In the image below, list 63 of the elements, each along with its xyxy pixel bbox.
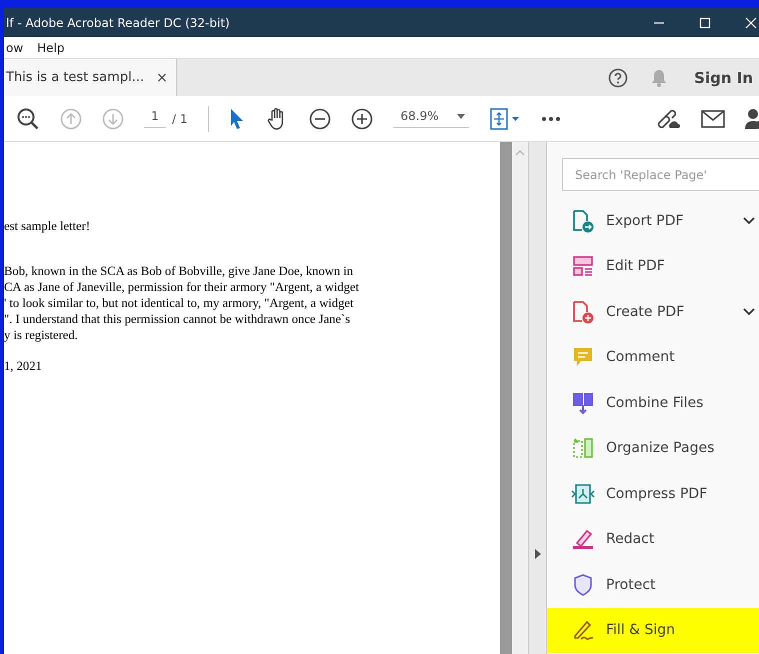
fit-page-icon[interactable]: [488, 108, 521, 130]
close-icon[interactable]: [745, 16, 757, 28]
marker-icon: [571, 527, 595, 552]
page-number-field[interactable]: 1: [144, 109, 166, 128]
document-text: Bob, known in the SCA as Bob of Bobville, give Jane Doe, known in: [4, 263, 354, 279]
pages-icon: [571, 436, 595, 460]
tool-label: Export PDF: [606, 212, 684, 229]
document-text: ". I understand that this permission cannot be withdrawn once Jane`s: [4, 311, 352, 327]
page-total: / 1: [172, 112, 188, 126]
tool-item[interactable]: Export PDF: [547, 198, 759, 244]
menu-item[interactable]: Help: [37, 40, 65, 54]
tool-label: Organize Pages: [606, 440, 714, 456]
tool-item[interactable]: Redact: [547, 516, 759, 562]
document-text: CA as Jane of Janeville, permission for their armory "Argent, a widget: [4, 279, 360, 295]
zoom-dropdown[interactable]: 68.9%: [392, 109, 469, 128]
documents-merge-icon: [571, 390, 595, 415]
tool-label: Compress PDF: [606, 486, 708, 502]
tab-close-button[interactable]: ×: [156, 70, 168, 86]
tab-label: This is a test sampl...: [6, 70, 144, 85]
tool-label: Edit PDF: [606, 258, 665, 274]
expand-panel-icon[interactable]: [534, 549, 540, 559]
compress-icon: [571, 482, 595, 506]
tool-label: Fill & Sign: [606, 622, 676, 638]
sign-in-button[interactable]: Sign In: [690, 59, 759, 96]
menu-item[interactable]: ow: [6, 40, 24, 54]
document-text: ' to look similar to, but not identical to, my armory, "Argent, a widget: [4, 295, 354, 311]
window-title: lf - Adobe Acrobat Reader DC (32-bit): [6, 16, 230, 30]
chevron-down-icon[interactable]: [743, 308, 755, 316]
shield-icon: [571, 572, 595, 597]
zoom-search-icon[interactable]: [16, 106, 40, 130]
zoom-out-icon[interactable]: [308, 108, 330, 130]
document-plus-icon: [571, 300, 595, 324]
tool-label: Comment: [606, 349, 675, 366]
tool-label: Protect: [606, 576, 656, 593]
document-tab[interactable]: This is a test sampl... ×: [4, 59, 177, 96]
document-text: 1, 2021: [4, 358, 43, 374]
layout-icon: [571, 254, 595, 278]
maximize-icon[interactable]: [699, 16, 711, 28]
pen-icon: [571, 618, 595, 642]
zoom-in-icon[interactable]: [350, 108, 372, 130]
tool-item[interactable]: Compress PDF: [547, 471, 759, 516]
document-arrow-icon: [571, 208, 595, 233]
tool-item[interactable]: Edit PDF: [547, 244, 759, 289]
tool-item[interactable]: Create PDF: [547, 289, 759, 334]
help-icon[interactable]: [608, 68, 628, 88]
tool-item[interactable]: Combine Files: [547, 380, 759, 426]
more-icon[interactable]: [540, 116, 561, 122]
tool-item[interactable]: Fill & Sign: [547, 608, 759, 653]
document-text: y is registered.: [4, 327, 79, 343]
tool-item[interactable]: Protect: [547, 562, 759, 608]
mail-icon[interactable]: [701, 110, 725, 128]
tool-label: Redact: [606, 531, 654, 548]
tool-label: Combine Files: [606, 394, 704, 411]
search-field[interactable]: Search 'Replace Page': [562, 158, 759, 191]
add-user-icon[interactable]: [745, 108, 759, 130]
caret-icon: [456, 114, 465, 118]
scrollbar[interactable]: [500, 142, 512, 654]
tool-item[interactable]: Organize Pages: [547, 426, 759, 471]
chevron-down-icon[interactable]: [743, 216, 755, 225]
tool-label: Create PDF: [606, 304, 684, 320]
pointer-icon[interactable]: [228, 108, 244, 130]
tool-item[interactable]: Comment: [547, 334, 759, 380]
document-text: est sample letter!: [4, 218, 92, 234]
